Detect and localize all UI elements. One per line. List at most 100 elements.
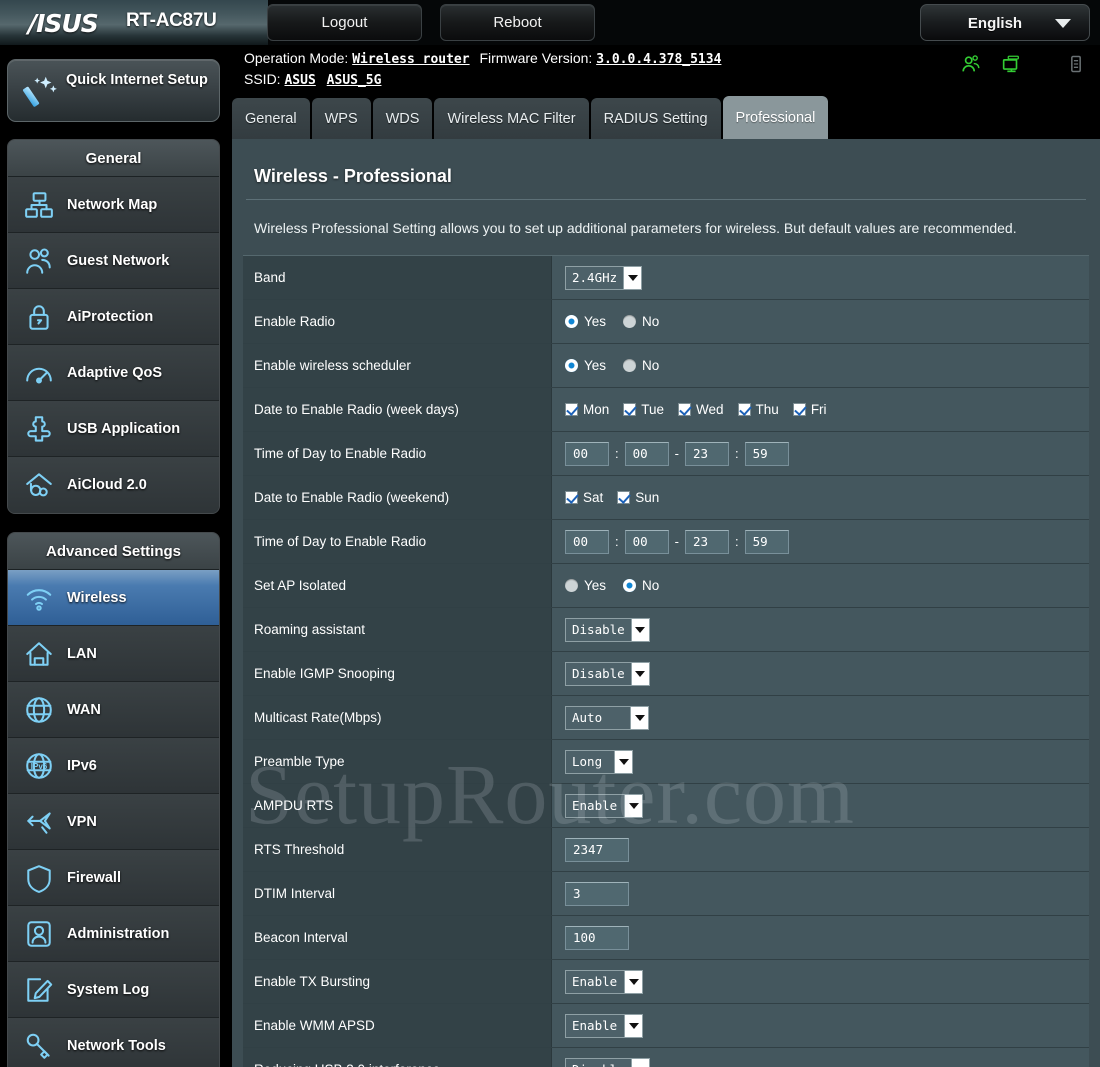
enable-wireless-scheduler-label: Enable wireless scheduler: [243, 344, 552, 387]
enable-wmm-apsd-select[interactable]: Enable: [565, 1013, 643, 1038]
ampdu-rts-label: AMPDU RTS: [243, 784, 552, 827]
sidebar-item-label: Firewall: [67, 869, 121, 886]
sidebar-item-guest-network[interactable]: Guest Network: [8, 233, 219, 289]
radio-label: No: [642, 358, 660, 373]
network-monitor-icon[interactable]: [1000, 53, 1022, 75]
language-select[interactable]: English: [920, 4, 1090, 41]
enable-igmp-snooping-select[interactable]: Disable: [565, 661, 650, 686]
tab-wps[interactable]: WPS: [311, 98, 371, 139]
enable-wireless-scheduler-radio-no[interactable]: No: [623, 358, 659, 373]
operation-mode-value[interactable]: Wireless router: [352, 52, 469, 67]
dtim-interval-input[interactable]: 3: [565, 881, 629, 906]
enable-tx-bursting-select[interactable]: Enable: [565, 969, 643, 994]
enable-wireless-scheduler-radio-yes[interactable]: Yes: [565, 358, 606, 373]
ssid-2g-value[interactable]: ASUS: [284, 73, 315, 88]
sidebar-item-label: WAN: [67, 701, 101, 718]
date-to-enable-radio-week-days-checkbox-fri[interactable]: Fri: [792, 402, 827, 417]
date-to-enable-radio-week-days-checkbox-tue[interactable]: Tue: [623, 402, 664, 417]
range-dash: -: [674, 446, 679, 461]
start-minute-input[interactable]: 00: [624, 529, 669, 554]
logout-button[interactable]: Logout: [267, 4, 422, 41]
time-colon: :: [615, 534, 619, 549]
firmware-version-value[interactable]: 3.0.0.4.378_5134: [596, 52, 721, 67]
page-title: Wireless - Professional: [254, 166, 452, 186]
ssid-5g-value[interactable]: ASUS_5G: [327, 73, 382, 88]
settings-row: Set AP Isolated Yes No: [243, 564, 1089, 608]
tab-radius-setting[interactable]: RADIUS Setting: [590, 98, 721, 139]
checkbox-icon: [792, 403, 806, 416]
set-ap-isolated-value-cell: Yes No: [552, 564, 1089, 607]
sidebar-item-ipv6[interactable]: IPv6 IPv6: [8, 738, 219, 794]
sidebar-item-aiprotection[interactable]: AiProtection: [8, 289, 219, 345]
radio-dot-icon: [565, 315, 578, 328]
sidebar-item-label: Wireless: [67, 589, 127, 606]
enable-tx-bursting-select-value: Enable: [572, 974, 618, 989]
sidebar-item-wan[interactable]: WAN: [8, 682, 219, 738]
time-of-day-to-enable-radio-label: Time of Day to Enable Radio: [243, 432, 552, 475]
start-minute-input[interactable]: 00: [624, 441, 669, 466]
clients-icon[interactable]: [960, 53, 982, 75]
sidebar-item-network-tools[interactable]: Network Tools: [8, 1018, 219, 1067]
tab-wireless-mac-filter[interactable]: Wireless MAC Filter: [434, 98, 589, 139]
radio-dot-icon: [565, 579, 578, 592]
rts-threshold-input[interactable]: 2347: [565, 837, 629, 862]
sidebar-item-aicloud-2-0[interactable]: AiCloud 2.0: [8, 457, 219, 513]
cloud-home-icon: [26, 473, 52, 497]
multicast-rate-mbps-select[interactable]: Auto: [565, 705, 649, 730]
sidebar-item-usb-application[interactable]: USB Application: [8, 401, 219, 457]
ampdu-rts-select[interactable]: Enable: [565, 793, 643, 818]
start-hour-input[interactable]: 00: [565, 441, 609, 466]
end-minute-input[interactable]: 59: [744, 529, 789, 554]
chevron-down-icon: [630, 706, 648, 729]
sidebar-item-network-map[interactable]: Network Map: [8, 177, 219, 233]
date-to-enable-radio-week-days-checkbox-thu[interactable]: Thu: [737, 402, 779, 417]
enable-wireless-scheduler-radio-group: Yes No: [565, 358, 659, 373]
sidebar-item-system-log[interactable]: System Log: [8, 962, 219, 1018]
sidebar-item-label: LAN: [67, 645, 97, 662]
date-to-enable-radio-week-days-checkbox-wed[interactable]: Wed: [678, 402, 724, 417]
quick-internet-setup-button[interactable]: Quick Internet Setup: [7, 59, 220, 122]
range-dash: -: [674, 534, 679, 549]
sidebar-item-wireless[interactable]: Wireless: [8, 570, 219, 626]
roaming-assistant-select[interactable]: Disable: [565, 617, 650, 642]
sidebar-item-firewall[interactable]: Firewall: [8, 850, 219, 906]
enable-radio-radio-yes[interactable]: Yes: [565, 314, 606, 329]
radio-label: Yes: [584, 314, 607, 329]
sidebar-item-adaptive-qos[interactable]: Adaptive QoS: [8, 345, 219, 401]
sidebar-item-lan[interactable]: LAN: [8, 626, 219, 682]
sidebar-item-vpn[interactable]: VPN: [8, 794, 219, 850]
end-hour-input[interactable]: 23: [684, 529, 729, 554]
band-select[interactable]: 2.4GHz: [565, 265, 643, 290]
sidebar-item-administration[interactable]: Administration: [8, 906, 219, 962]
start-hour-input[interactable]: 00: [565, 529, 609, 554]
usb-device-icon[interactable]: [1066, 53, 1086, 75]
date-to-enable-radio-weekend-checkbox-sat[interactable]: Sat: [565, 490, 603, 505]
chevron-down-icon: [624, 970, 642, 993]
tab-professional[interactable]: Professional: [722, 96, 829, 139]
reboot-button[interactable]: Reboot: [440, 4, 595, 41]
date-to-enable-radio-weekend-checkbox-sun[interactable]: Sun: [617, 490, 659, 505]
set-ap-isolated-radio-yes[interactable]: Yes: [565, 578, 606, 593]
settings-row: Enable wireless scheduler Yes No: [243, 344, 1089, 388]
enable-radio-radio-no[interactable]: No: [623, 314, 659, 329]
time-of-day-to-enable-radio-value-cell: 00:00-23:59: [552, 432, 1089, 475]
beacon-interval-input[interactable]: 100: [565, 925, 629, 950]
tab-wds[interactable]: WDS: [372, 98, 433, 139]
sidebar-item-label: Guest Network: [67, 252, 170, 269]
date-to-enable-radio-week-days-checkbox-mon[interactable]: Mon: [565, 402, 609, 417]
set-ap-isolated-radio-no[interactable]: No: [623, 578, 659, 593]
reducing-usb-3-0-interference-select[interactable]: Disable: [565, 1057, 650, 1067]
enable-wmm-apsd-label: Enable WMM APSD: [243, 1004, 552, 1047]
end-hour-input[interactable]: 23: [684, 441, 729, 466]
preamble-type-select-value: Long: [572, 754, 603, 769]
settings-row: Time of Day to Enable Radio 00:00-23:59: [243, 520, 1089, 564]
set-ap-isolated-radio-group: Yes No: [565, 578, 659, 593]
date-to-enable-radio-weekend-checkbox-group: Sat Sun: [565, 490, 659, 505]
tab-general[interactable]: General: [232, 98, 310, 139]
rts-threshold-label: RTS Threshold: [243, 828, 552, 871]
checkbox-label: Mon: [583, 402, 610, 417]
end-minute-input[interactable]: 59: [744, 441, 789, 466]
preamble-type-select[interactable]: Long: [565, 749, 633, 774]
multicast-rate-mbps-value-cell: Auto: [552, 696, 1089, 739]
time-of-day-to-enable-radio-time-range-4: 00:00-23:59: [565, 441, 789, 466]
